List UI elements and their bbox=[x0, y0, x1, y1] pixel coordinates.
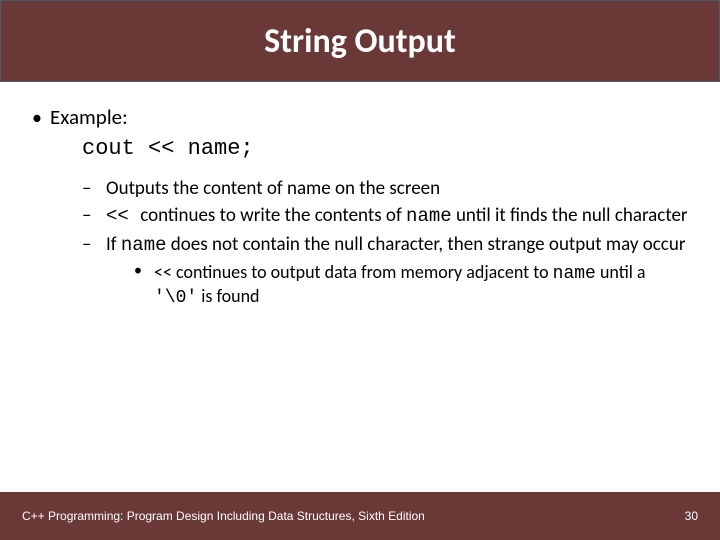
footer-text: C++ Programming: Program Design Includin… bbox=[22, 509, 425, 523]
sub-bullet-list: << continues to output data from memory … bbox=[106, 261, 690, 310]
slide: String Output Example: cout << name; Out… bbox=[0, 0, 720, 540]
sub-code: '\0' bbox=[154, 288, 197, 308]
sub-name: name bbox=[553, 264, 596, 284]
title-bar: String Output bbox=[0, 0, 720, 82]
dash-item-1: Outputs the content of name on the scree… bbox=[82, 177, 690, 201]
example-label: Example: bbox=[50, 104, 128, 130]
dash-item-3: If name does not contain the null charac… bbox=[82, 233, 690, 310]
example-bullet: Example: bbox=[30, 104, 690, 131]
dash-2-name: name bbox=[406, 205, 452, 227]
page-number: 30 bbox=[685, 509, 698, 523]
sub-bullet-1: << continues to output data from memory … bbox=[134, 261, 690, 310]
slide-title: String Output bbox=[264, 21, 456, 62]
dash-2-post: until it finds the null character bbox=[452, 204, 688, 227]
dash-2-operator: << bbox=[106, 205, 140, 227]
top-bullet-list: Example: bbox=[30, 104, 690, 131]
content-area: Example: cout << name; Outputs the conte… bbox=[0, 82, 720, 310]
dash-list: Outputs the content of name on the scree… bbox=[30, 177, 690, 310]
dash-2-mid: continues to write the contents of bbox=[140, 204, 406, 227]
dash-item-2: << continues to write the contents of na… bbox=[82, 204, 690, 229]
code-line: cout << name; bbox=[30, 135, 690, 163]
dash-3-name: name bbox=[121, 234, 167, 256]
dash-3-post: does not contain the null character, the… bbox=[167, 233, 686, 256]
sub-pre: << continues to output data from memory … bbox=[154, 261, 553, 283]
sub-post: is found bbox=[197, 285, 259, 307]
dash-3-pre: If bbox=[106, 233, 121, 256]
sub-mid: until a bbox=[596, 261, 646, 283]
footer-bar: C++ Programming: Program Design Includin… bbox=[0, 492, 720, 540]
dash-1-text: Outputs the content of name on the scree… bbox=[106, 177, 440, 200]
